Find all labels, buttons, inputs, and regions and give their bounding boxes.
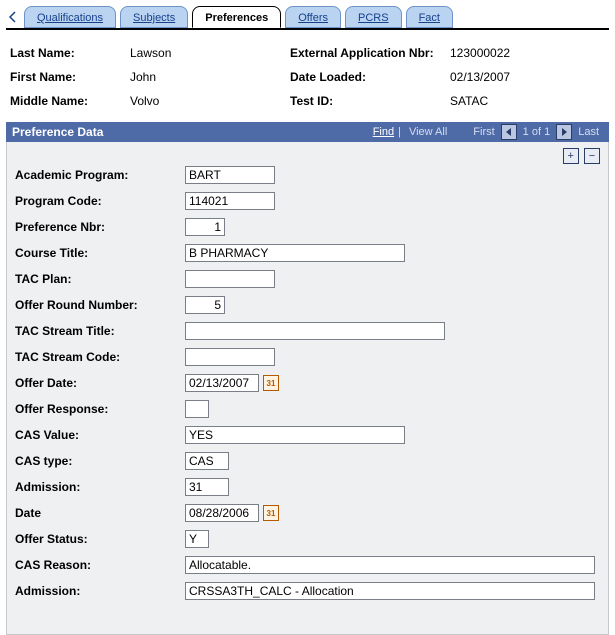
program-code-label: Program Code: [15, 194, 185, 208]
offer-status-input[interactable] [185, 530, 209, 548]
cas-type-input[interactable] [185, 452, 229, 470]
tab-qualifications[interactable]: Qualifications [24, 6, 116, 28]
test-id-value: SATAC [450, 94, 605, 108]
preference-data-header: Preference Data Find | View All First 1 … [6, 122, 609, 142]
tac-plan-label: TAC Plan: [15, 272, 185, 286]
preferences-page: Qualifications Subjects Preferences Offe… [0, 0, 615, 628]
ext-app-nbr-value: 123000022 [450, 46, 605, 60]
first-link[interactable]: First [473, 122, 494, 142]
last-name-value: Lawson [130, 46, 290, 60]
tab-underline [6, 28, 609, 30]
view-all-link[interactable]: View All [409, 122, 447, 142]
last-link[interactable]: Last [578, 122, 599, 142]
tac-plan-input[interactable] [185, 270, 275, 288]
prev-row-button[interactable] [501, 124, 517, 140]
first-name-value: John [130, 70, 290, 84]
tac-stream-code-label: TAC Stream Code: [15, 350, 185, 364]
cas-reason-label: CAS Reason: [15, 558, 185, 572]
test-id-label: Test ID: [290, 94, 450, 108]
date-loaded-value: 02/13/2007 [450, 70, 605, 84]
academic-program-input[interactable] [185, 166, 275, 184]
tac-stream-title-input[interactable] [185, 322, 445, 340]
nav-separator: | [398, 122, 401, 142]
ext-app-nbr-label: External Application Nbr: [290, 46, 450, 60]
preference-data-body: + − Academic Program: Program Code: Pref… [6, 142, 609, 635]
section-title: Preference Data [12, 122, 103, 142]
cas-value-input[interactable] [185, 426, 405, 444]
course-title-input[interactable] [185, 244, 405, 262]
tab-offers[interactable]: Offers [285, 6, 341, 28]
delete-row-button[interactable]: − [584, 148, 600, 164]
academic-program-label: Academic Program: [15, 168, 185, 182]
admission-input-1[interactable] [185, 478, 229, 496]
date-loaded-label: Date Loaded: [290, 70, 450, 84]
next-row-button[interactable] [556, 124, 572, 140]
admission-label-2: Admission: [15, 584, 185, 598]
offer-round-number-label: Offer Round Number: [15, 298, 185, 312]
middle-name-label: Middle Name: [10, 94, 130, 108]
course-title-label: Course Title: [15, 246, 185, 260]
find-link[interactable]: Find [373, 122, 394, 142]
offer-response-label: Offer Response: [15, 402, 185, 416]
middle-name-value: Volvo [130, 94, 290, 108]
program-code-input[interactable] [185, 192, 275, 210]
tab-subjects[interactable]: Subjects [120, 6, 188, 28]
tab-fact[interactable]: Fact [406, 6, 453, 28]
first-name-label: First Name: [10, 70, 130, 84]
offer-date-input[interactable] [185, 374, 259, 392]
offer-round-number-input[interactable] [185, 296, 225, 314]
cas-reason-input[interactable] [185, 556, 595, 574]
date-calendar-icon[interactable]: 31 [263, 505, 279, 521]
preference-nbr-label: Preference Nbr: [15, 220, 185, 234]
offer-date-label: Offer Date: [15, 376, 185, 390]
date-input[interactable] [185, 504, 259, 522]
cas-value-label: CAS Value: [15, 428, 185, 442]
admission-input-2[interactable] [185, 582, 595, 600]
offer-date-calendar-icon[interactable]: 31 [263, 375, 279, 391]
offer-status-label: Offer Status: [15, 532, 185, 546]
applicant-header: Last Name: Lawson External Application N… [6, 32, 609, 122]
tac-stream-title-label: TAC Stream Title: [15, 324, 185, 338]
date-label: Date [15, 506, 185, 520]
tab-pcrs[interactable]: PCRS [345, 6, 402, 28]
tac-stream-code-input[interactable] [185, 348, 275, 366]
offer-response-input[interactable] [185, 400, 209, 418]
tab-preferences[interactable]: Preferences [192, 6, 281, 28]
row-position: 1 of 1 [523, 122, 551, 142]
last-name-label: Last Name: [10, 46, 130, 60]
cas-type-label: CAS type: [15, 454, 185, 468]
preference-nbr-input[interactable] [185, 218, 225, 236]
add-row-button[interactable]: + [563, 148, 579, 164]
tab-strip: Qualifications Subjects Preferences Offe… [6, 4, 609, 28]
tab-scroll-left[interactable] [6, 6, 20, 28]
admission-label-1: Admission: [15, 480, 185, 494]
